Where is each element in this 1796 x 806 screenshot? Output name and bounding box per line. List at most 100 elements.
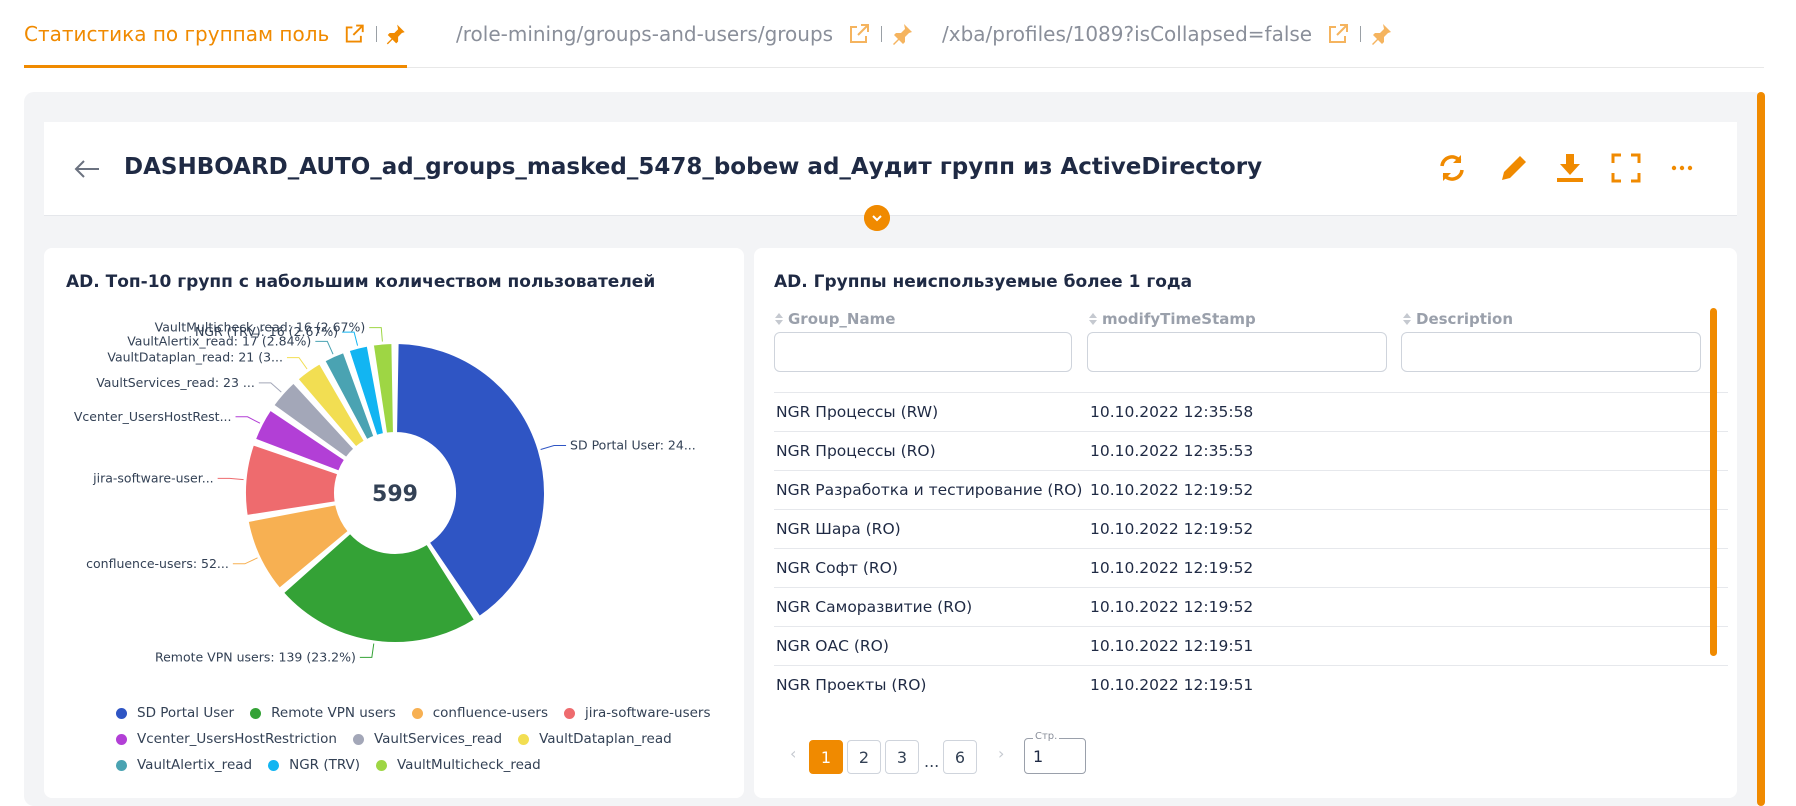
more-icon[interactable]	[1664, 150, 1700, 186]
pager-prev-button[interactable]: ‹	[790, 744, 796, 763]
pencil-icon[interactable]	[1496, 150, 1532, 186]
table-body: NGR Процессы (RW) 10.10.2022 12:35:58 NGR …	[774, 392, 1728, 718]
page-title: DASHBOARD_AUTO_ad_groups_masked_5478_bob…	[124, 154, 1263, 180]
legend-color-dot	[411, 707, 423, 719]
page-number-label: Стр.	[1033, 731, 1060, 742]
expand-icon[interactable]	[1608, 150, 1644, 186]
tab-label: Статистика по группам поль...	[24, 22, 329, 46]
slice-leader-line	[359, 643, 375, 658]
slice-leader-line	[232, 557, 258, 565]
pager-next-button[interactable]: ›	[998, 744, 1004, 763]
tab-xba-profiles[interactable]: /xba/profiles/1089?isCollapsed=false	[942, 22, 1393, 68]
legend-item[interactable]: Vcenter_UsersHostRestriction	[116, 731, 337, 747]
table-row[interactable]: NGR Разработка и тестирование (RO) 10.10.…	[774, 470, 1728, 509]
pager-page-2[interactable]: 2	[847, 740, 881, 774]
legend-label: Vcenter_UsersHostRestriction	[137, 731, 337, 747]
legend-item[interactable]: SD Portal User	[116, 705, 234, 721]
pin-icon[interactable]	[890, 22, 914, 46]
slice-leader-line	[369, 327, 383, 342]
divider	[1360, 26, 1362, 42]
legend-item[interactable]: VaultServices_read	[352, 731, 503, 747]
pager-ellipsis: ...	[924, 752, 940, 771]
column-header-description[interactable]: Description	[1402, 310, 1513, 328]
legend-item[interactable]: confluence-users	[411, 705, 548, 721]
legend-row: Vcenter_UsersHostRestriction VaultService…	[116, 726, 716, 752]
slice-leader-line	[540, 444, 567, 450]
cell-modify-timestamp: 10.10.2022 12:19:52	[1090, 520, 1254, 538]
cell-group-name: NGR Процессы (RO)	[776, 442, 936, 460]
slice-leader-line	[315, 340, 334, 355]
sort-icon	[775, 313, 783, 325]
legend-item[interactable]: VaultDataplan_read	[518, 731, 672, 747]
legend-color-dot	[375, 759, 387, 771]
legend-color-dot	[563, 707, 575, 719]
page-number-field[interactable]: Стр.	[1024, 731, 1086, 774]
legend-label: VaultDataplan_read	[539, 731, 672, 747]
legend-item[interactable]: VaultMulticheck_read	[375, 757, 541, 773]
cell-modify-timestamp: 10.10.2022 12:19:51	[1090, 676, 1254, 694]
table-row[interactable]: NGR Процессы (RW) 10.10.2022 12:35:58	[774, 392, 1728, 431]
tab-group-statistics[interactable]: Статистика по группам поль...	[24, 22, 407, 68]
legend-row: SD Portal User Remote VPN users confluence…	[116, 700, 716, 726]
external-link-icon[interactable]	[343, 22, 366, 46]
refresh-icon[interactable]	[1434, 150, 1470, 186]
pager-page-last[interactable]: 6	[943, 740, 977, 774]
cell-group-name: NGR Софт (RO)	[776, 559, 898, 577]
table-row[interactable]: NGR Проекты (RO) 10.10.2022 12:19:51	[774, 665, 1728, 704]
cell-modify-timestamp: 10.10.2022 12:19:51	[1090, 637, 1254, 655]
filter-input-group-name[interactable]	[774, 332, 1072, 372]
cell-group-name: NGR Проекты (RO)	[776, 676, 927, 694]
legend-color-dot	[268, 759, 280, 771]
slice-label: Remote VPN users: 139 (23.2%)	[155, 649, 356, 664]
slice-label: VaultServices_read: 23 ...	[96, 375, 255, 390]
pin-icon[interactable]	[1369, 22, 1393, 46]
external-link-icon[interactable]	[847, 22, 871, 46]
page-scrollbar[interactable]	[1757, 92, 1765, 806]
donut-center-total: 599	[372, 482, 418, 507]
table-row[interactable]: NGR Процессы (RO) 10.10.2022 12:35:53	[774, 431, 1728, 470]
column-header-modify-timestamp[interactable]: modifyTimeStamp	[1088, 310, 1256, 328]
table-row[interactable]: NGR Шара (RO) 10.10.2022 12:19:52	[774, 509, 1728, 548]
cell-group-name: NGR ОАС (RO)	[776, 637, 889, 655]
legend-item[interactable]: VaultAlertix_read	[116, 757, 252, 773]
tab-role-mining[interactable]: /role-mining/groups-and-users/groups	[456, 22, 914, 68]
legend-color-dot	[352, 733, 364, 745]
slice-leader-line	[286, 357, 308, 370]
slice-label: Vcenter_UsersHostRest...	[74, 409, 232, 424]
cell-group-name: NGR Шара (RO)	[776, 520, 901, 538]
chevron-down-icon[interactable]	[864, 205, 890, 231]
legend-item[interactable]: Remote VPN users	[250, 705, 396, 721]
pin-icon[interactable]	[384, 22, 407, 46]
legend-item[interactable]: NGR (TRV)	[268, 757, 360, 773]
arrow-left-icon[interactable]	[72, 154, 102, 184]
pager-page-3[interactable]: 3	[885, 740, 919, 774]
pager-page-1[interactable]: 1	[809, 740, 843, 774]
legend-item[interactable]: jira-software-users	[563, 705, 711, 721]
legend-row: VaultAlertix_read NGR (TRV) VaultMultichec…	[116, 752, 716, 778]
table-row[interactable]: NGR Софт (RO) 10.10.2022 12:19:52	[774, 548, 1728, 587]
download-icon[interactable]	[1552, 150, 1588, 186]
donut-chart: SD Portal User: 24... Remote VPN users: 1…	[74, 320, 696, 665]
page-number-input[interactable]	[1033, 747, 1073, 766]
external-link-icon[interactable]	[1326, 22, 1350, 46]
cell-group-name: NGR Саморазвитие (RO)	[776, 598, 973, 616]
sort-icon	[1403, 313, 1411, 325]
column-header-label: Description	[1416, 310, 1514, 328]
legend-label: VaultMulticheck_read	[396, 757, 541, 773]
column-header-group-name[interactable]: Group_Name	[774, 310, 895, 328]
legend-color-dot	[518, 733, 530, 745]
legend-label: VaultServices_read	[373, 731, 503, 747]
legend-color-dot	[116, 733, 127, 745]
slice-leader-line	[235, 416, 261, 424]
cell-modify-timestamp: 10.10.2022 12:19:52	[1090, 598, 1254, 616]
filter-input-modify-timestamp[interactable]	[1087, 332, 1387, 372]
filter-input-description[interactable]	[1401, 332, 1701, 372]
chart-legend: SD Portal User Remote VPN users confluence…	[116, 700, 716, 778]
tab-label: /xba/profiles/1089?isCollapsed=false	[942, 22, 1313, 46]
legend-label: jira-software-users	[584, 705, 711, 721]
table-scrollbar[interactable]	[1710, 308, 1717, 656]
table-row[interactable]: NGR Саморазвитие (RO) 10.10.2022 12:19:52	[774, 587, 1728, 626]
slice-label: VaultDataplan_read: 21 (3...	[107, 350, 283, 365]
column-header-label: Group_Name	[788, 310, 896, 328]
table-row[interactable]: NGR ОАС (RO) 10.10.2022 12:19:51	[774, 626, 1728, 665]
